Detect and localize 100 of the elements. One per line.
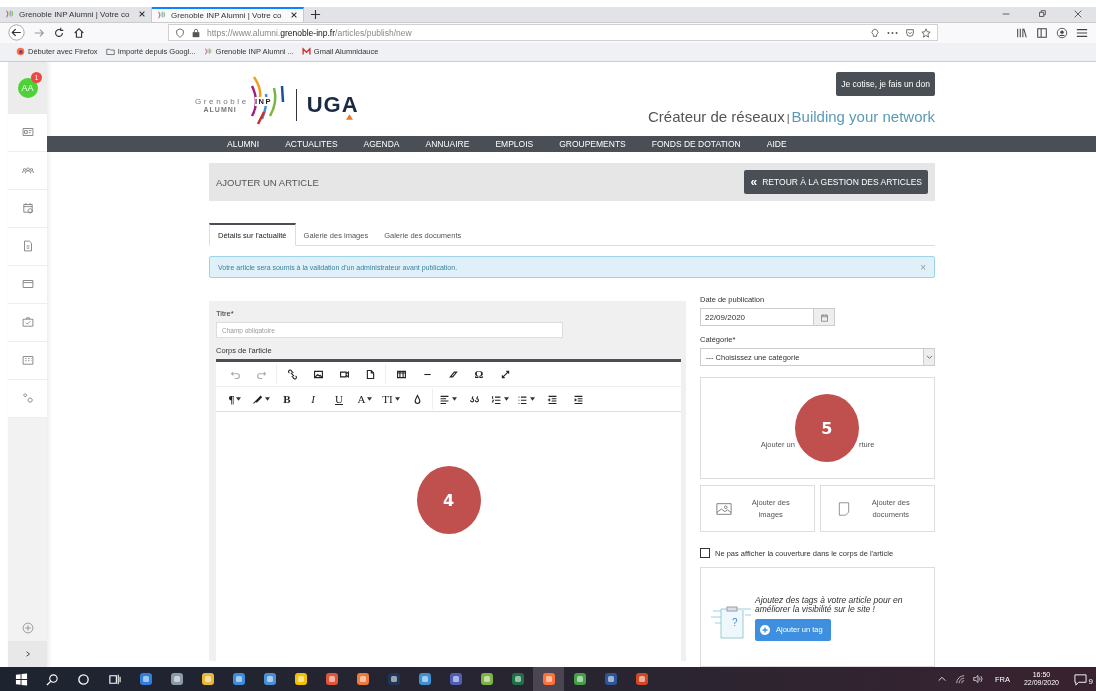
chevron-down-icon [925, 354, 933, 360]
tags-hint: Ajoutez des tags à votre article pour en améliorer la visibilité sur le site ! [755, 596, 904, 614]
image-icon [312, 368, 324, 380]
caret-up-icon[interactable] [936, 674, 947, 684]
app-icon[interactable] [634, 672, 649, 686]
lightbulb-icon[interactable] [870, 27, 880, 38]
caret-icon [394, 397, 400, 401]
toolbar-button[interactable]: TI [380, 390, 402, 408]
tagline: Créateur de réseaux [647, 107, 785, 125]
menu-icon[interactable] [1076, 26, 1088, 39]
app-icon[interactable] [200, 672, 215, 686]
home-icon[interactable] [73, 26, 85, 39]
caret-icon [236, 397, 242, 401]
video-icon [338, 368, 350, 380]
file-icon [364, 368, 376, 380]
circle-icon[interactable] [77, 672, 90, 686]
toolbar-button[interactable]: B [276, 390, 298, 408]
library-icon[interactable] [1016, 26, 1028, 39]
caret-icon [530, 397, 535, 401]
triangle-icon [345, 113, 353, 120]
app-icon[interactable] [603, 672, 618, 686]
toolbar-button[interactable]: ¶ [224, 390, 246, 408]
toolbar-button[interactable]: Ω [468, 365, 490, 383]
address-bar[interactable]: https://www.alumni.grenoble-inp.fr/articles/publish/new [168, 24, 938, 42]
building-icon[interactable] [20, 353, 35, 368]
site-favicon [203, 47, 213, 57]
app-icon[interactable] [479, 672, 494, 686]
windows-icon[interactable] [15, 672, 28, 686]
site-favicon [5, 9, 15, 20]
menu-item[interactable]: ACTUALITES [285, 138, 338, 149]
folder-icon [105, 47, 115, 57]
new-tab-icon[interactable] [310, 8, 321, 20]
firefox-icon [16, 47, 25, 57]
menu-item[interactable]: ALUMNI [227, 138, 260, 149]
tagline: Building your network [791, 107, 935, 125]
image-icon [716, 501, 733, 516]
network-icon[interactable] [954, 674, 965, 684]
outdent-icon [546, 393, 558, 405]
menu-item[interactable]: ANNUAIRE [425, 138, 470, 149]
menu-item[interactable]: FONDS DE DOTATION [651, 138, 741, 149]
shield-icon [175, 27, 185, 38]
account-icon[interactable] [1056, 26, 1068, 39]
calendar-icon[interactable] [20, 201, 35, 216]
link-icon [286, 368, 298, 380]
date-field[interactable]: 22/09/2020 [700, 308, 835, 326]
pocket-icon[interactable] [905, 27, 915, 38]
page-title: AJOUTER UN ARTICLE [216, 176, 319, 188]
menu-item[interactable]: EMPLOIS [495, 138, 534, 149]
sidebar-icon[interactable] [1036, 26, 1048, 39]
app-icon[interactable] [293, 672, 308, 686]
app-icon[interactable] [541, 672, 556, 686]
caret-icon [504, 397, 509, 401]
ol-icon [491, 393, 502, 405]
search-icon[interactable] [46, 672, 59, 686]
app-icon[interactable] [138, 672, 153, 686]
app-icon[interactable] [355, 672, 370, 686]
menu-item[interactable]: AIDE [766, 138, 787, 149]
restore-icon[interactable] [1037, 9, 1047, 20]
volume-icon[interactable] [972, 674, 983, 684]
close-icon[interactable] [138, 10, 146, 19]
quote-icon [468, 393, 480, 405]
number-marker: 4 [416, 466, 481, 534]
notifications-icon[interactable] [1074, 672, 1087, 686]
task-view-icon[interactable] [108, 672, 121, 686]
checkbox[interactable] [700, 548, 710, 558]
app-icon[interactable] [386, 672, 401, 686]
toolbar-button[interactable]: A [354, 390, 376, 408]
back-icon[interactable] [8, 24, 25, 42]
brush-icon [252, 393, 263, 405]
fullscreen-icon [499, 368, 511, 380]
indent-icon [572, 393, 584, 405]
donate-button[interactable]: Je cotise, je fais un don [836, 71, 935, 96]
browser-tab[interactable]: Grenoble INP Alumni | Votre co [152, 7, 304, 22]
reload-icon[interactable] [53, 26, 65, 39]
app-icon[interactable] [448, 672, 463, 686]
mail-icon [301, 47, 311, 57]
chevron-icon[interactable] [24, 650, 31, 658]
caret-icon [452, 397, 457, 401]
app-icon[interactable] [169, 672, 184, 686]
calendar-icon[interactable] [819, 312, 829, 322]
plus-icon [760, 624, 770, 635]
toolbar-button[interactable]: U [328, 390, 350, 408]
app-icon[interactable] [231, 672, 246, 686]
table-icon [395, 368, 407, 380]
eraser-icon [447, 368, 459, 380]
tagline-separator: | [786, 111, 790, 124]
back-button[interactable]: « RETOUR À LA GESTION DES ARTICLES [744, 170, 928, 194]
menu-item[interactable]: AGENDA [363, 138, 400, 149]
app-icon[interactable] [572, 672, 587, 686]
app-icon[interactable] [262, 672, 277, 686]
star-icon[interactable] [921, 27, 931, 38]
app-icon[interactable] [510, 672, 525, 686]
app-icon[interactable] [417, 672, 432, 686]
toolbar-button[interactable]: I [302, 390, 324, 408]
app-icon[interactable] [324, 672, 339, 686]
close-icon[interactable] [1073, 9, 1083, 20]
rich-text-editor[interactable]: Ω ¶ B I U A TI 4 [216, 359, 681, 661]
notification-count: 9 [1088, 677, 1093, 686]
menu-item[interactable]: GROUPEMENTS [559, 138, 626, 149]
close-icon[interactable] [290, 11, 298, 20]
